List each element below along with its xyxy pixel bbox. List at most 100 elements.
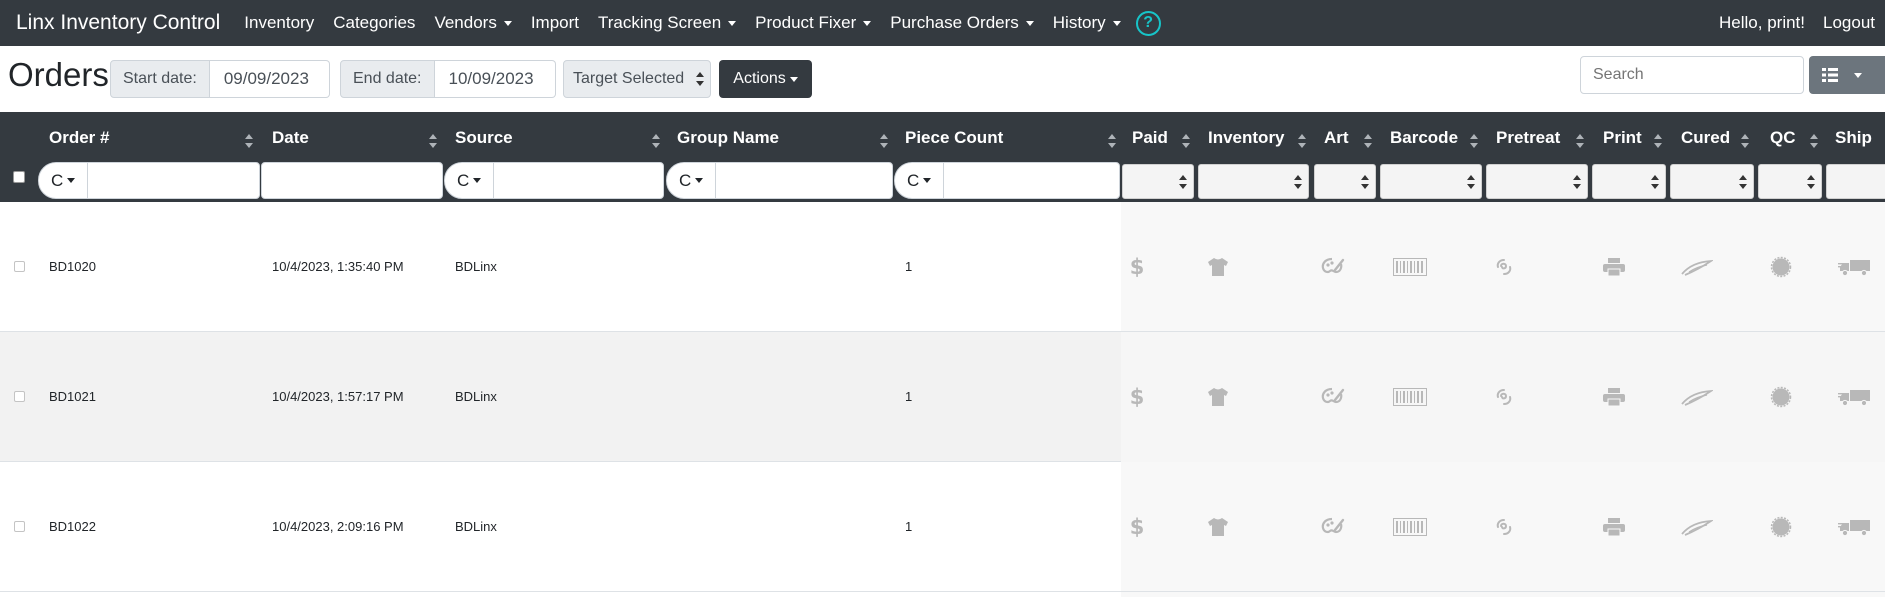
paid-filter-select[interactable] bbox=[1122, 164, 1194, 199]
nav-product-fixer[interactable]: Product Fixer bbox=[755, 13, 872, 33]
barcode-filter-select[interactable] bbox=[1380, 164, 1482, 199]
col-header-paid[interactable]: Paid bbox=[1132, 128, 1168, 148]
help-icon[interactable]: ? bbox=[1135, 10, 1161, 36]
inventory-filter-select[interactable] bbox=[1198, 164, 1309, 199]
nav-import[interactable]: Import bbox=[531, 13, 579, 33]
search-input[interactable] bbox=[1580, 56, 1804, 94]
printer-icon[interactable] bbox=[1599, 252, 1629, 282]
col-header-piece-count[interactable]: Piece Count bbox=[905, 128, 1003, 148]
dollar-icon[interactable]: $ bbox=[1122, 512, 1152, 542]
sort-icon[interactable] bbox=[1182, 134, 1190, 148]
table-row[interactable]: BD1020 10/4/2023, 1:35:40 PM BDLinx 1 $ bbox=[0, 202, 1885, 332]
table-row[interactable]: BD1022 10/4/2023, 2:09:16 PM BDLinx 1 $ bbox=[0, 462, 1885, 592]
heat-press-icon[interactable] bbox=[1680, 382, 1714, 412]
printer-icon[interactable] bbox=[1599, 382, 1629, 412]
truck-icon[interactable] bbox=[1837, 512, 1873, 542]
col-header-art[interactable]: Art bbox=[1324, 128, 1349, 148]
column-view-button[interactable] bbox=[1809, 56, 1885, 94]
pretreat-filter-select[interactable] bbox=[1486, 164, 1588, 199]
spray-icon[interactable] bbox=[1489, 382, 1519, 412]
nav-categories[interactable]: Categories bbox=[333, 13, 415, 33]
dollar-icon[interactable]: $ bbox=[1122, 382, 1152, 412]
tshirt-icon[interactable] bbox=[1203, 512, 1233, 542]
barcode-icon[interactable] bbox=[1392, 252, 1428, 282]
barcode-icon[interactable] bbox=[1392, 512, 1428, 542]
palette-icon[interactable] bbox=[1318, 252, 1348, 282]
source-filter-mode[interactable]: C bbox=[444, 162, 494, 199]
start-date-input[interactable]: 09/09/2023 bbox=[209, 60, 330, 98]
col-header-barcode[interactable]: Barcode bbox=[1390, 128, 1458, 148]
group-filter-input[interactable] bbox=[715, 162, 893, 199]
row-checkbox[interactable] bbox=[14, 261, 25, 272]
heat-press-icon[interactable] bbox=[1680, 252, 1714, 282]
sort-icon[interactable] bbox=[1741, 134, 1749, 148]
col-header-group-name[interactable]: Group Name bbox=[677, 128, 779, 148]
date-filter-input[interactable] bbox=[261, 162, 443, 199]
sort-icon[interactable] bbox=[1298, 134, 1306, 148]
sort-icon[interactable] bbox=[245, 134, 253, 148]
sort-icon[interactable] bbox=[1810, 134, 1818, 148]
sort-icon[interactable] bbox=[429, 134, 437, 148]
sort-icon[interactable] bbox=[1470, 134, 1478, 148]
sort-icon[interactable] bbox=[880, 134, 888, 148]
order-filter-mode[interactable]: C bbox=[38, 162, 88, 199]
col-header-qc[interactable]: QC bbox=[1770, 128, 1796, 148]
tshirt-icon[interactable] bbox=[1203, 382, 1233, 412]
row-checkbox[interactable] bbox=[14, 391, 25, 402]
col-header-inventory[interactable]: Inventory bbox=[1208, 128, 1285, 148]
printer-icon[interactable] bbox=[1599, 512, 1629, 542]
spray-icon[interactable] bbox=[1489, 512, 1519, 542]
palette-icon[interactable] bbox=[1318, 382, 1348, 412]
target-select[interactable]: Target Selected bbox=[563, 60, 711, 98]
col-header-date[interactable]: Date bbox=[272, 128, 309, 148]
order-filter-input[interactable] bbox=[87, 162, 260, 199]
order-number[interactable]: BD1022 bbox=[49, 519, 96, 534]
order-number[interactable]: BD1020 bbox=[49, 259, 96, 274]
nav-history[interactable]: History bbox=[1053, 13, 1121, 33]
logout-link[interactable]: Logout bbox=[1823, 13, 1875, 33]
row-checkbox[interactable] bbox=[14, 521, 25, 532]
seal-icon[interactable] bbox=[1766, 512, 1796, 542]
seal-icon[interactable] bbox=[1766, 252, 1796, 282]
nav-inventory[interactable]: Inventory bbox=[244, 13, 314, 33]
piece-count-filter-input[interactable] bbox=[943, 162, 1120, 199]
sort-icon[interactable] bbox=[652, 134, 660, 148]
barcode-icon[interactable] bbox=[1392, 382, 1428, 412]
col-header-source[interactable]: Source bbox=[455, 128, 513, 148]
heat-press-icon[interactable] bbox=[1680, 512, 1714, 542]
col-header-pretreat[interactable]: Pretreat bbox=[1496, 128, 1560, 148]
col-header-ship[interactable]: Ship bbox=[1835, 128, 1872, 148]
nav-tracking-screen[interactable]: Tracking Screen bbox=[598, 13, 737, 33]
qc-filter-select[interactable] bbox=[1758, 164, 1822, 199]
col-header-cured[interactable]: Cured bbox=[1681, 128, 1730, 148]
sort-icon[interactable] bbox=[1576, 134, 1584, 148]
piece-count-filter-mode[interactable]: C bbox=[894, 162, 944, 199]
sort-icon[interactable] bbox=[1108, 134, 1116, 148]
start-date-label: Start date: bbox=[110, 60, 210, 98]
spray-icon[interactable] bbox=[1489, 252, 1519, 282]
table-row[interactable]: BD1021 10/4/2023, 1:57:17 PM BDLinx 1 $ bbox=[0, 332, 1885, 462]
palette-icon[interactable] bbox=[1318, 512, 1348, 542]
ship-filter-select[interactable] bbox=[1826, 164, 1885, 199]
print-filter-select[interactable] bbox=[1592, 164, 1666, 199]
source-filter-input[interactable] bbox=[493, 162, 664, 199]
select-all-checkbox[interactable] bbox=[13, 171, 25, 183]
seal-icon[interactable] bbox=[1766, 382, 1796, 412]
cured-filter-select[interactable] bbox=[1670, 164, 1754, 199]
tshirt-icon[interactable] bbox=[1203, 252, 1233, 282]
truck-icon[interactable] bbox=[1837, 382, 1873, 412]
nav-vendors[interactable]: Vendors bbox=[434, 13, 512, 33]
art-filter-select[interactable] bbox=[1314, 164, 1376, 199]
truck-icon[interactable] bbox=[1837, 252, 1873, 282]
end-date-input[interactable]: 10/09/2023 bbox=[434, 60, 556, 98]
nav-purchase-orders[interactable]: Purchase Orders bbox=[890, 13, 1034, 33]
app-brand[interactable]: Linx Inventory Control bbox=[16, 11, 220, 35]
dollar-icon[interactable]: $ bbox=[1122, 252, 1152, 282]
actions-button[interactable]: Actions bbox=[719, 60, 812, 98]
col-header-order[interactable]: Order # bbox=[49, 128, 109, 148]
group-filter-mode[interactable]: C bbox=[666, 162, 716, 199]
order-number[interactable]: BD1021 bbox=[49, 389, 96, 404]
sort-icon[interactable] bbox=[1364, 134, 1372, 148]
col-header-print[interactable]: Print bbox=[1603, 128, 1642, 148]
sort-icon[interactable] bbox=[1654, 134, 1662, 148]
